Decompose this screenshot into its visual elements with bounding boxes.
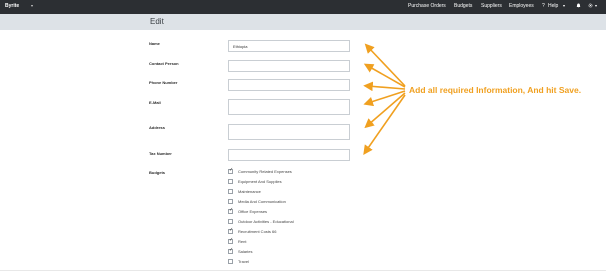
annotation-callout: Add all required Information, And hit Sa… bbox=[409, 85, 582, 95]
arrow-to-tax bbox=[363, 94, 406, 155]
arrow-to-phone bbox=[363, 81, 406, 92]
arrow-to-contact bbox=[363, 63, 406, 88]
arrow-to-name bbox=[364, 43, 406, 87]
divider bbox=[0, 270, 606, 271]
annotation-arrows bbox=[363, 43, 406, 155]
